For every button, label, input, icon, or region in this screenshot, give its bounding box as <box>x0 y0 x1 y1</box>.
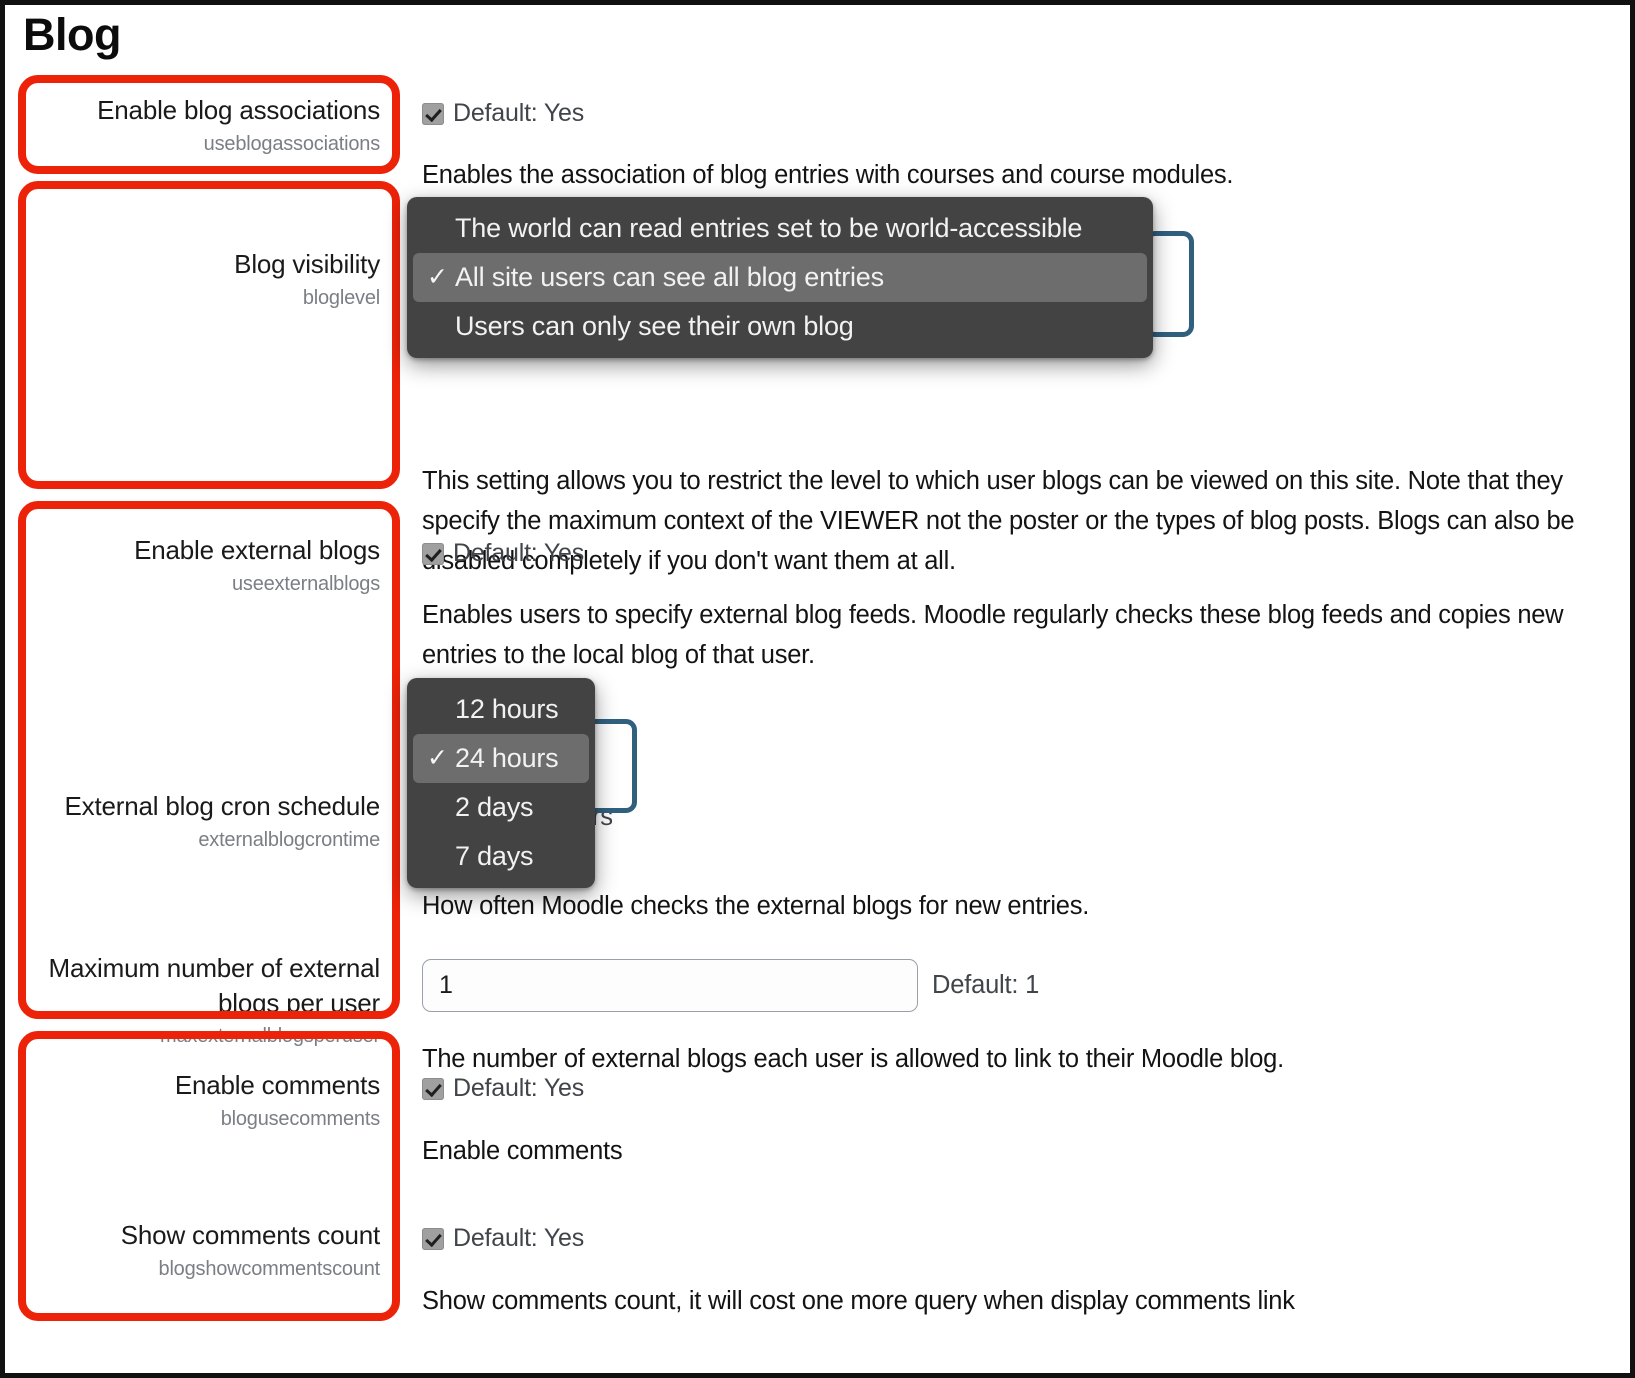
max-external-blogs-row: Default: 1 <box>422 959 1612 1012</box>
setting-label: Enable blog associations <box>97 95 380 125</box>
annotation-box-bloglevel <box>18 181 400 489</box>
setting-control-block: Default: Yes Enable comments <box>422 1074 1612 1166</box>
checkbox-row-blogshowcommentscount[interactable]: Default: Yes <box>422 1224 1612 1253</box>
setting-label: Enable external blogs <box>134 535 380 565</box>
checkbox-row-useexternalblogs[interactable]: Default: Yes <box>422 539 1612 568</box>
setting-label: Show comments count <box>120 1220 380 1250</box>
setting-label-block: Enable comments blogusecomments <box>35 1068 380 1133</box>
page-title: Blog <box>23 9 121 60</box>
setting-label-block: Maximum number of external blogs per use… <box>35 951 381 1050</box>
setting-description: Enables users to specify external blog f… <box>422 601 1564 669</box>
check-icon: ✓ <box>427 744 448 772</box>
bloglevel-dropdown-menu[interactable]: The world can read entries set to be wor… <box>407 197 1153 358</box>
setting-label-block: Show comments count blogshowcommentscoun… <box>35 1218 380 1283</box>
setting-control-block: Default: Yes Enables users to specify ex… <box>422 539 1612 676</box>
blog-settings-page: Blog Enable blog associations useblogass… <box>5 5 1630 1373</box>
setting-description: Enable comments <box>422 1137 623 1165</box>
option-label: 2 days <box>455 792 534 822</box>
checkbox-icon[interactable] <box>422 1077 444 1100</box>
setting-key: maxexternalblogsperuser <box>160 1025 380 1048</box>
setting-label: External blog cron schedule <box>64 791 381 821</box>
checkbox-icon[interactable] <box>422 542 444 565</box>
default-value-label: Default: Yes <box>453 99 585 127</box>
dropdown-option-selected[interactable]: ✓ All site users can see all blog entrie… <box>413 253 1147 302</box>
max-external-blogs-input[interactable] <box>422 959 918 1012</box>
default-value-label: Default: 1 <box>932 971 1040 999</box>
checkbox-icon[interactable] <box>422 102 444 125</box>
setting-key: useblogassociations <box>203 132 381 155</box>
dropdown-option[interactable]: 7 days <box>413 832 589 881</box>
dropdown-option[interactable]: 2 days <box>413 783 589 832</box>
setting-description: Show comments count, it will cost one mo… <box>422 1287 1295 1315</box>
setting-description: How often Moodle checks the external blo… <box>422 892 1090 920</box>
option-label: The world can read entries set to be wor… <box>455 213 1083 243</box>
dropdown-option[interactable]: Users can only see their own blog <box>413 302 1147 351</box>
dropdown-option-selected[interactable]: ✓ 24 hours <box>413 734 589 783</box>
setting-label: Maximum number of external blogs per use… <box>48 953 381 1018</box>
setting-control-block: Default: Yes Enables the association of … <box>422 99 1612 196</box>
option-label: 7 days <box>455 841 534 871</box>
setting-label: Enable comments <box>174 1070 380 1100</box>
setting-key: useexternalblogs <box>231 572 380 595</box>
setting-label-block: Enable blog associations useblogassociat… <box>35 93 380 158</box>
option-label: All site users can see all blog entries <box>455 262 884 292</box>
setting-control-block: Default: 1 The number of external blogs … <box>422 959 1612 1080</box>
setting-label-block: Blog visibility bloglevel <box>35 247 380 312</box>
checkbox-row-useblogassociations[interactable]: Default: Yes <box>422 99 1612 128</box>
setting-key: bloglevel <box>302 286 380 309</box>
externalblogcrontime-dropdown-menu[interactable]: 12 hours ✓ 24 hours 2 days 7 days <box>407 678 595 888</box>
setting-label: Blog visibility <box>234 249 380 279</box>
setting-key: blogshowcommentscount <box>158 1257 381 1280</box>
setting-key: externalblogcrontime <box>198 828 380 851</box>
checkbox-icon[interactable] <box>422 1227 444 1250</box>
option-label: 12 hours <box>455 694 559 724</box>
default-value-label: Default: Yes <box>453 1074 585 1102</box>
default-value-label: Default: Yes <box>453 1224 585 1252</box>
setting-label-block: Enable external blogs useexternalblogs <box>35 533 380 598</box>
setting-control-block: Default: Yes Show comments count, it wil… <box>422 1224 1612 1316</box>
setting-label-block: External blog cron schedule externalblog… <box>35 789 381 854</box>
dropdown-option[interactable]: The world can read entries set to be wor… <box>413 204 1147 253</box>
setting-control-block: Default: 24 hours How often Moodle check… <box>422 803 1612 927</box>
screenshot-frame: Blog Enable blog associations useblogass… <box>0 0 1635 1378</box>
checkbox-row-blogusecomments[interactable]: Default: Yes <box>422 1074 1612 1103</box>
check-icon: ✓ <box>427 263 448 291</box>
default-value-label: Default: Yes <box>453 539 585 567</box>
option-label: 24 hours <box>455 743 559 773</box>
setting-key: blogusecomments <box>220 1107 381 1130</box>
setting-description: Enables the association of blog entries … <box>422 161 1234 189</box>
dropdown-option[interactable]: 12 hours <box>413 685 589 734</box>
option-label: Users can only see their own blog <box>455 311 854 341</box>
